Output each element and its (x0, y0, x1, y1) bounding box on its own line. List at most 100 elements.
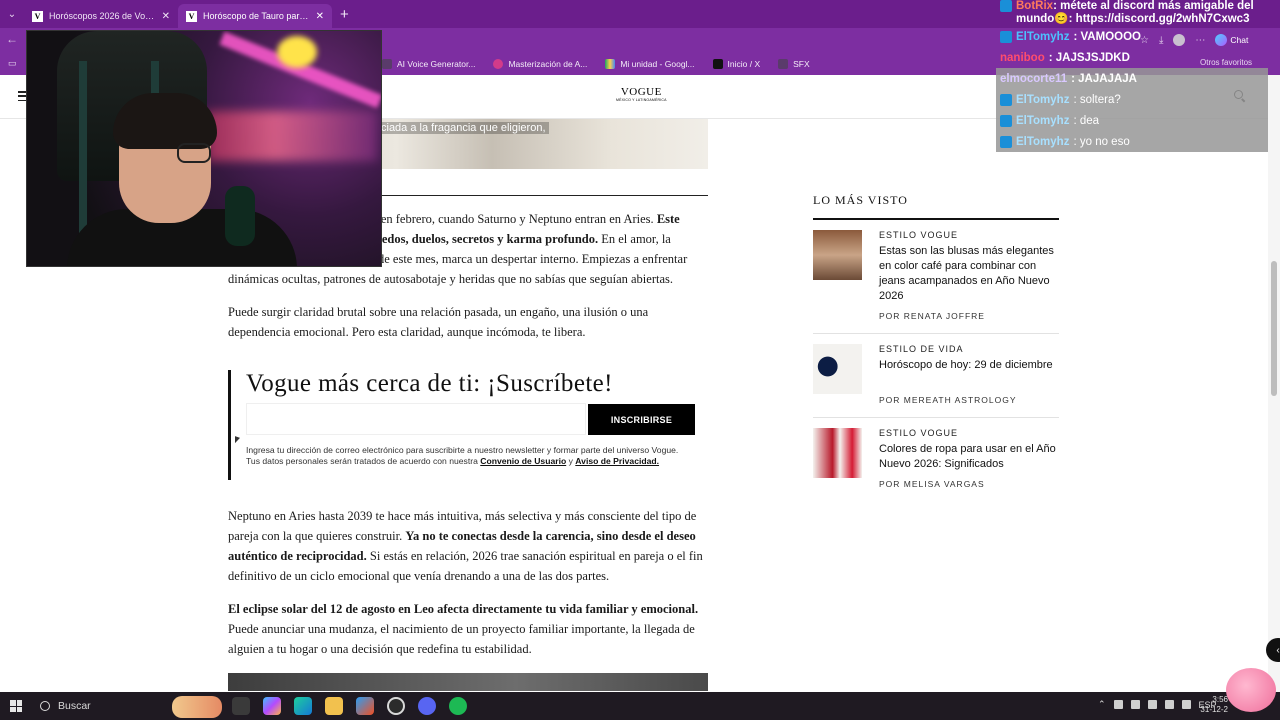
file-explorer-icon[interactable] (325, 697, 343, 715)
taskbar-search[interactable]: Buscar (34, 694, 224, 718)
mic-icon[interactable] (1113, 700, 1123, 709)
logo-wordmark: VOGUE (620, 86, 662, 98)
chat-message: elmocorte11 : JAJAJAJA (996, 68, 1268, 89)
newsletter-title: Vogue más cerca de ti: ¡Suscríbete! (246, 370, 613, 397)
bookmark-sfx[interactable]: SFX (778, 58, 810, 69)
chat-text: : JAJSJSJDKD (1048, 51, 1130, 64)
obs-studio-icon[interactable] (387, 697, 405, 715)
taskbar-clock[interactable]: 3:56 31-12-2 (1200, 695, 1228, 715)
chat-badge-icon (1000, 114, 1012, 127)
card-category: ESTILO VOGUE (879, 230, 959, 240)
chat-message: ElTomyhz : yo no eso (996, 131, 1268, 152)
chat-username: ElTomyhz (1016, 93, 1070, 106)
newsletter-signup: Vogue más cerca de ti: ¡Suscríbete! INSC… (228, 370, 708, 480)
chat-username: elmocorte11 (1000, 72, 1068, 85)
spotify-icon[interactable] (449, 697, 467, 715)
screen: ⌄ V Horóscopos 2026 de Vogue: Las p ✕ V … (0, 0, 1280, 720)
google-drive-icon (605, 58, 616, 69)
edge-browser-icon[interactable] (294, 697, 312, 715)
privacy-notice-link[interactable]: Aviso de Privacidad. (575, 456, 659, 466)
search-icon (40, 701, 50, 711)
card-headline[interactable]: Estas son las blusas más elegantes en co… (879, 244, 1059, 304)
streamer-webcam (26, 30, 382, 267)
most-viewed-card[interactable]: ESTILO DE VIDA Horóscopo de hoy: 29 de d… (813, 344, 1059, 418)
folder-icon (382, 58, 392, 69)
card-thumbnail[interactable] (813, 344, 862, 394)
network-icon[interactable] (1147, 700, 1157, 709)
windows-taskbar: Buscar ⌃ ESP 3:56 31-12-2 (0, 692, 1280, 720)
bookmark-x[interactable]: Inicio / X (712, 58, 760, 69)
card-byline: POR MELISA VARGAS (879, 479, 985, 489)
chat-username: ElTomyhz (1016, 114, 1070, 127)
clock-time: 3:56 (1212, 695, 1228, 704)
kirby-sticker (1226, 668, 1276, 712)
tray-chevron-icon[interactable]: ⌃ (1098, 699, 1106, 710)
user-agreement-link[interactable]: Convenio de Usuario (480, 456, 566, 466)
p1-text-f: dinámicas ocultas, patrones de autosabot… (228, 272, 673, 286)
chat-badge-icon (1000, 30, 1012, 43)
microsoft-store-icon[interactable] (356, 697, 374, 715)
tab-horoscopo-tauro[interactable]: V Horóscopo de Tauro para el año 2 ✕ (178, 4, 332, 28)
p4-text-b: Puede anunciar una mudanza, el nacimient… (228, 622, 695, 656)
close-tab-icon[interactable]: ✕ (316, 11, 324, 22)
tab-title: Horóscopos 2026 de Vogue: Las p (49, 11, 156, 21)
p4-bold-a: El eclipse solar del 12 de agosto en Leo… (228, 602, 699, 616)
chat-message: BotRix: métete al discord más amigable d… (996, 0, 1268, 26)
taskbar-search-placeholder: Buscar (58, 700, 91, 712)
battery-icon[interactable] (1164, 700, 1174, 709)
chat-badge-icon (1000, 135, 1012, 148)
article-paragraph-4: El eclipse solar del 12 de agosto en Leo… (228, 599, 708, 659)
disclaimer-conj: y (566, 456, 576, 466)
new-tab-icon[interactable]: + (340, 6, 349, 23)
vogue-favicon-icon: V (186, 10, 197, 22)
bookmarks-left-icon[interactable]: ▭ (8, 58, 17, 69)
scrollbar-thumb[interactable] (1271, 261, 1277, 396)
tab-horoscopos-2026[interactable]: V Horóscopos 2026 de Vogue: Las p ✕ (24, 4, 178, 28)
back-arrow-icon[interactable]: ← (6, 32, 18, 46)
video-caption: ciada a la fragancia que eligieron, (378, 122, 549, 134)
bookmark-google-drive[interactable]: Mi unidad - Googl... (605, 58, 695, 69)
microphone (225, 186, 255, 246)
close-tab-icon[interactable]: ✕ (162, 11, 170, 22)
copilot-app-icon[interactable] (263, 697, 281, 715)
subscribe-button[interactable]: INSCRIBIRSE (588, 404, 695, 435)
volume-icon[interactable] (1130, 700, 1140, 709)
card-thumbnail[interactable] (813, 428, 862, 478)
taskbar-apps (232, 697, 467, 715)
p1-text-e: de este mes, marca un despertar interno.… (378, 252, 688, 266)
article-image (228, 673, 708, 691)
chat-username: BotRix (1016, 0, 1054, 12)
tab-title: Horóscopo de Tauro para el año 2 (203, 11, 310, 21)
most-viewed-card[interactable]: ESTILO VOGUE Estas son las blusas más el… (813, 230, 1059, 334)
page-scrollbar[interactable] (1268, 75, 1280, 695)
most-viewed-card[interactable]: ESTILO VOGUE Colores de ropa para usar e… (813, 428, 1059, 494)
vogue-logo[interactable]: VOGUE MÉXICO Y LATINOAMÉRICA (616, 86, 667, 102)
notification-icon[interactable] (1181, 700, 1191, 709)
chat-text: : dea (1073, 114, 1100, 127)
card-byline: POR RENATA JOFFRE (879, 311, 985, 321)
most-viewed-title: LO MÁS VISTO (813, 193, 908, 207)
chat-text: : JAJAJAJA (1071, 72, 1137, 85)
bookmark-masterizacion[interactable]: Masterización de A... (493, 58, 588, 69)
discord-icon[interactable] (418, 697, 436, 715)
windows-start-icon[interactable] (10, 700, 22, 712)
webcam-background-shelf (207, 111, 377, 161)
article-paragraph-2: Puede surgir claridad brutal sobre una r… (228, 305, 649, 339)
logo-region: MÉXICO Y LATINOAMÉRICA (616, 98, 667, 102)
p1-bold-b: Este (656, 212, 680, 226)
masterizacion-icon (493, 58, 504, 69)
bookmark-label: Masterización de A... (508, 58, 588, 69)
task-view-icon[interactable] (232, 697, 250, 715)
clock-date: 31-12-2 (1200, 705, 1228, 714)
chat-badge-icon (1000, 93, 1012, 106)
newsletter-disclaimer: Ingresa tu dirección de correo electróni… (246, 445, 686, 467)
card-category: ESTILO DE VIDA (879, 344, 964, 354)
card-headline[interactable]: Colores de ropa para usar en el Año Nuev… (879, 442, 1059, 472)
card-thumbnail[interactable] (813, 230, 862, 280)
tab-list-chevron-icon[interactable]: ⌄ (0, 0, 24, 28)
card-headline[interactable]: Horóscopo de hoy: 29 de diciembre (879, 358, 1059, 373)
newsletter-email-input[interactable] (246, 403, 586, 435)
chat-username: naniboo (1000, 51, 1045, 64)
bookmark-ai-voice[interactable]: AI Voice Generator... (382, 58, 475, 69)
chat-text: : yo no eso (1073, 135, 1130, 148)
